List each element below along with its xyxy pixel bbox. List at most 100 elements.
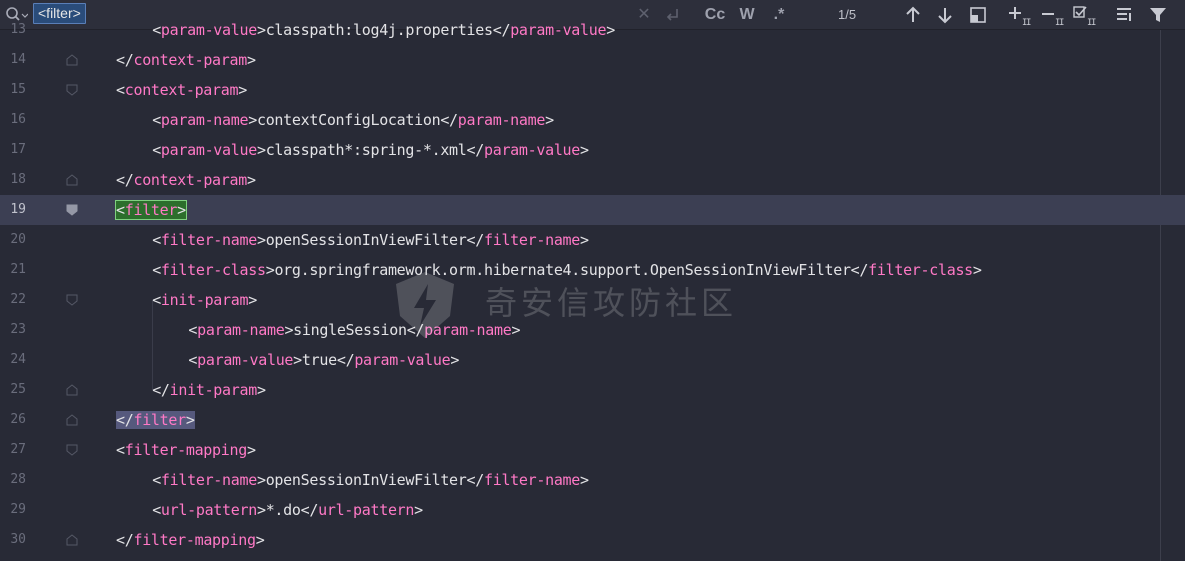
bracket: </	[492, 21, 511, 39]
bracket: <	[152, 501, 161, 519]
tag-name: param-value	[483, 141, 581, 159]
fold-end-icon[interactable]	[66, 174, 78, 186]
tag-text: org.springframework.orm.hibernate4.suppo…	[274, 261, 851, 279]
bracket: >	[284, 321, 294, 339]
bracket: >	[246, 171, 256, 189]
code-line[interactable]: 15 <context-param>	[0, 75, 1185, 105]
code-content[interactable]: </context-param>	[116, 45, 256, 75]
tag-name: param-name	[424, 321, 512, 339]
line-number: 23	[10, 322, 26, 337]
code-line[interactable]: 28 <filter-name>openSessionInViewFilter</…	[0, 465, 1185, 495]
tag-name: filter	[133, 411, 186, 429]
code-content[interactable]: </filter>	[116, 405, 195, 435]
code-line[interactable]: 21 <filter-class>org.springframework.orm.…	[0, 255, 1185, 285]
bracket: >	[238, 81, 247, 99]
line-number: 24	[10, 352, 26, 367]
code-content[interactable]: <param-value>classpath:log4j.properties<…	[152, 15, 615, 45]
line-number: 25	[10, 382, 26, 397]
bracket: >	[972, 261, 982, 279]
code-line[interactable]: 25 </init-param>	[0, 375, 1185, 405]
search-match-current: <filter>	[115, 200, 187, 220]
tag-name: param-name	[197, 321, 285, 339]
code-content[interactable]: </filter-mapping>	[116, 525, 265, 555]
fold-icon[interactable]	[66, 204, 78, 216]
code-content[interactable]: <init-param>	[152, 285, 257, 315]
code-line[interactable]: 19 <filter>	[0, 195, 1185, 225]
code-line[interactable]: 23 <param-name>singleSession</param-name>	[0, 315, 1185, 345]
code-content[interactable]: <filter-mapping>	[116, 435, 256, 465]
tag-name: param-value	[160, 21, 257, 39]
code-line[interactable]: 13 <param-value>classpath:log4j.propertie…	[0, 15, 1185, 45]
code-content[interactable]: <filter-name>openSessionInViewFilter</fi…	[152, 225, 589, 255]
fold-icon[interactable]	[66, 444, 78, 456]
bracket: </	[466, 471, 485, 489]
bracket: </	[116, 411, 134, 429]
code-line[interactable]: 17 <param-value>classpath*:spring-*.xml</…	[0, 135, 1185, 165]
tag-name: context-param	[133, 171, 247, 189]
tag-name: param-value	[510, 21, 607, 39]
bracket: <	[116, 201, 125, 219]
tag-name: init-param	[169, 381, 258, 399]
tag-name: filter-name	[160, 231, 257, 249]
line-number: 29	[10, 502, 26, 517]
bracket: >	[256, 21, 266, 39]
code-line[interactable]: 29 <url-pattern>*.do</url-pattern>	[0, 495, 1185, 525]
code-content[interactable]: <filter-class>org.springframework.orm.hi…	[152, 255, 982, 285]
tag-text: openSessionInViewFilter	[265, 471, 467, 489]
code-line[interactable]: 30 </filter-mapping>	[0, 525, 1185, 555]
tag-text: classpath:log4j.properties	[265, 21, 493, 39]
code-line[interactable]: 22 <init-param>	[0, 285, 1185, 315]
bracket: <	[188, 351, 198, 369]
code-editor[interactable]: 13 <param-value>classpath:log4j.propertie…	[0, 21, 1185, 561]
bracket: </	[152, 381, 170, 399]
code-content[interactable]: <param-value>classpath*:spring-*.xml</pa…	[152, 135, 589, 165]
tag-name: init-param	[160, 291, 249, 309]
bracket: >	[185, 411, 195, 429]
bracket: >	[256, 231, 266, 249]
code-content[interactable]: </context-param>	[116, 165, 256, 195]
fold-end-icon[interactable]	[66, 534, 78, 546]
fold-end-icon[interactable]	[66, 384, 78, 396]
code-content[interactable]: </init-param>	[152, 375, 266, 405]
tag-name: param-value	[197, 351, 294, 369]
code-content[interactable]: <param-value>true</param-value>	[188, 345, 459, 375]
code-content[interactable]: <filter-name>openSessionInViewFilter</fi…	[152, 465, 589, 495]
code-line[interactable]: 18 </context-param>	[0, 165, 1185, 195]
bracket: >	[293, 351, 302, 369]
bracket: </	[116, 51, 134, 69]
code-line[interactable]: 26 </filter>	[0, 405, 1185, 435]
bracket: >	[246, 51, 256, 69]
code-content[interactable]: <context-param>	[116, 75, 247, 105]
code-content[interactable]: <filter>	[115, 195, 187, 225]
fold-end-icon[interactable]	[66, 414, 78, 426]
tag-name: filter-mapping	[124, 441, 248, 459]
code-content[interactable]: <param-name>contextConfigLocation</param…	[152, 105, 554, 135]
code-line[interactable]: 20 <filter-name>openSessionInViewFilter</…	[0, 225, 1185, 255]
code-content[interactable]: <param-name>singleSession</param-name>	[188, 315, 520, 345]
bracket: <	[188, 321, 198, 339]
code-line[interactable]: 24 <param-value>true</param-value>	[0, 345, 1185, 375]
code-line[interactable]: 27 <filter-mapping>	[0, 435, 1185, 465]
tag-name: context-param	[124, 81, 239, 99]
bracket: <	[116, 81, 125, 99]
bracket: </	[440, 111, 458, 129]
tag-name: context-param	[133, 51, 247, 69]
tag-name: filter-name	[483, 471, 581, 489]
code-content[interactable]: <url-pattern>*.do</url-pattern>	[152, 495, 423, 525]
bracket: <	[116, 441, 125, 459]
bracket: >	[248, 111, 257, 129]
code-line[interactable]: 14 </context-param>	[0, 45, 1185, 75]
bracket: >	[580, 471, 589, 489]
line-number: 13	[10, 22, 26, 37]
bracket: </	[336, 351, 355, 369]
tag-text: classpath*:spring-*.xml	[265, 141, 467, 159]
line-number: 26	[10, 412, 26, 427]
bracket: </	[116, 531, 134, 549]
fold-icon[interactable]	[66, 84, 78, 96]
tag-text: true	[301, 351, 337, 369]
bracket: </	[850, 261, 869, 279]
fold-icon[interactable]	[66, 294, 78, 306]
fold-end-icon[interactable]	[66, 54, 78, 66]
code-line[interactable]: 16 <param-name>contextConfigLocation</par…	[0, 105, 1185, 135]
bracket: >	[580, 231, 589, 249]
